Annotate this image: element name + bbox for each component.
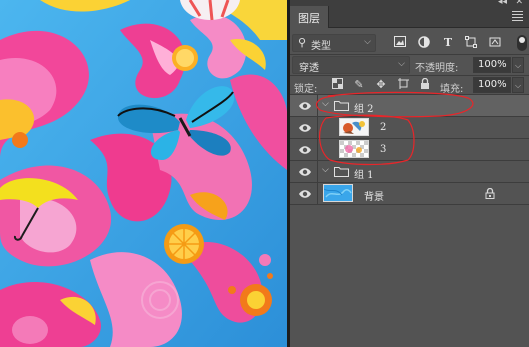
layer-row-background[interactable]: 背景 <box>290 183 529 205</box>
panel-menu-icon[interactable] <box>512 11 523 23</box>
background-thumbnail <box>323 184 353 202</box>
layer-name: 2 <box>380 122 387 133</box>
filter-toggle-switch[interactable] <box>517 35 527 51</box>
tab-layers[interactable]: 图层 <box>290 6 329 28</box>
search-icon: ⚲ <box>298 36 307 49</box>
chevron-down-icon: ⌵ <box>398 59 405 69</box>
lock-image-pixels-icon[interactable]: ✎ <box>352 78 366 92</box>
folder-icon <box>334 167 349 177</box>
lock-artboard-icon[interactable] <box>396 78 410 92</box>
layer-row-group-1[interactable]: ⌵ 组 1 <box>290 161 529 183</box>
visibility-eye-icon[interactable] <box>298 100 312 112</box>
document-canvas[interactable] <box>0 0 287 347</box>
visibility-eye-icon[interactable] <box>298 122 312 134</box>
lock-transparent-pixels-icon[interactable] <box>330 78 344 92</box>
layer-name: 背景 <box>364 192 384 203</box>
filter-kind-select[interactable]: ⚲ 类型 ⌵ <box>292 34 376 52</box>
chevron-down-icon[interactable]: ⌵ <box>322 165 329 175</box>
filter-kind-label: 类型 <box>311 41 331 52</box>
visibility-eye-icon[interactable] <box>298 188 312 200</box>
divider <box>290 75 529 76</box>
folder-icon <box>334 101 349 111</box>
fill-input[interactable]: 100% <box>473 77 511 93</box>
layer-name: 3 <box>380 144 387 155</box>
adjustment-filter-icon[interactable] <box>417 36 431 50</box>
type-filter-icon[interactable]: T <box>441 36 455 50</box>
chevron-down-icon: ⌵ <box>364 37 371 47</box>
smart-object-filter-icon[interactable] <box>488 36 502 50</box>
shape-filter-icon[interactable] <box>464 36 478 50</box>
fill-label: 填充: <box>440 84 464 95</box>
canvas-artwork <box>0 0 287 347</box>
fill-dropdown-icon[interactable]: ⌵ <box>512 77 524 93</box>
visibility-eye-icon[interactable] <box>298 166 312 178</box>
opacity-input[interactable]: 100% <box>473 57 511 73</box>
lock-icon[interactable] <box>485 188 495 199</box>
opacity-label: 不透明度: <box>415 63 459 74</box>
layer-filter-row: ⚲ 类型 ⌵ T <box>290 32 529 54</box>
lock-position-icon[interactable]: ✥ <box>374 78 388 92</box>
blend-mode-select[interactable]: 穿透 ⌵ <box>292 56 410 74</box>
clip-art-thumbnail <box>339 118 369 136</box>
layers-panel: ◂◂ ✕ 图层 ⚲ 类型 ⌵ T 穿透 ⌵ 不透明度: 100% ⌵ 锁定: ✎… <box>290 0 529 347</box>
layer-name: 组 1 <box>354 170 374 181</box>
lock-label: 锁定: <box>294 84 318 95</box>
layer-row-group-2[interactable]: ⌵ 组 2 <box>290 95 529 117</box>
chevron-down-icon[interactable]: ⌵ <box>322 99 329 109</box>
layer-row-2[interactable]: 2 <box>290 117 529 139</box>
panel-tab-strip: 图层 <box>290 6 529 28</box>
blend-mode-value: 穿透 <box>299 63 319 74</box>
layer-row-3[interactable]: 3 <box>290 139 529 161</box>
lock-all-icon[interactable] <box>418 77 432 92</box>
image-filter-icon[interactable] <box>393 36 407 50</box>
layer-name: 组 2 <box>354 104 374 115</box>
opacity-dropdown-icon[interactable]: ⌵ <box>512 57 524 73</box>
divider <box>290 54 529 55</box>
transparent-thumbnail <box>339 140 369 158</box>
visibility-eye-icon[interactable] <box>298 144 312 156</box>
